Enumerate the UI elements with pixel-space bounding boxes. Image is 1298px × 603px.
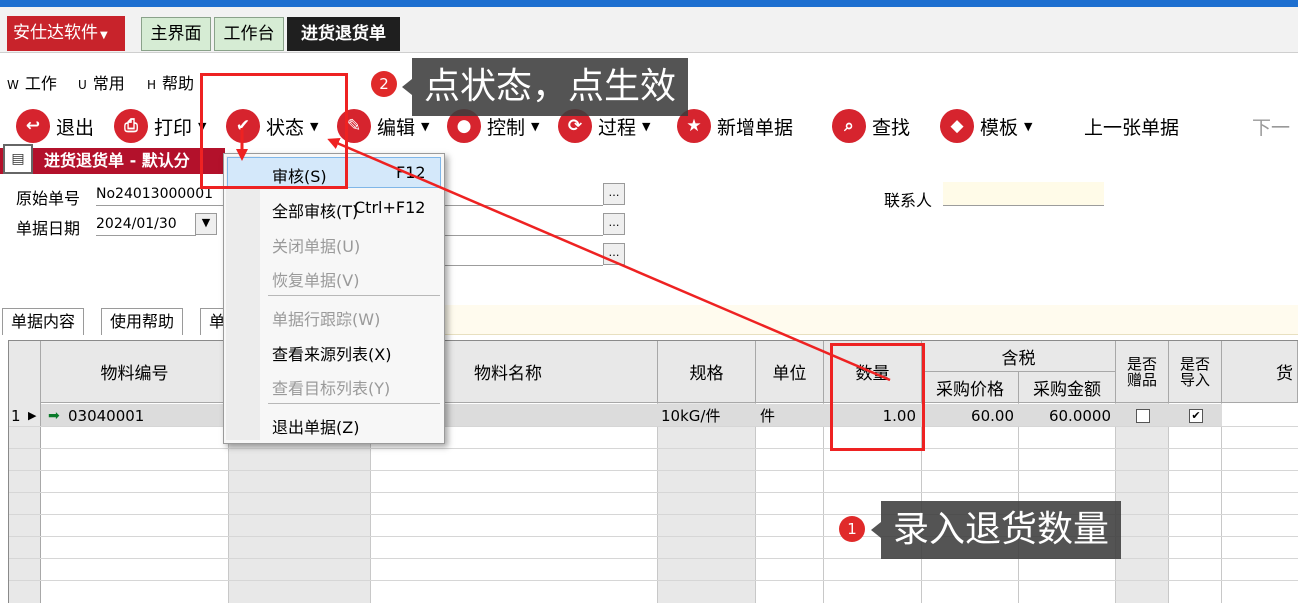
- step-1-callout: 录入退货数量: [881, 501, 1122, 559]
- step-2-callout: 点状态，点生效: [412, 58, 689, 116]
- callout-pointer: [402, 79, 412, 95]
- arrow-to-status: [327, 138, 891, 382]
- callout-pointer: [871, 522, 881, 538]
- step-1-badge: 1: [839, 516, 865, 542]
- step-2-badge: 2: [371, 71, 397, 97]
